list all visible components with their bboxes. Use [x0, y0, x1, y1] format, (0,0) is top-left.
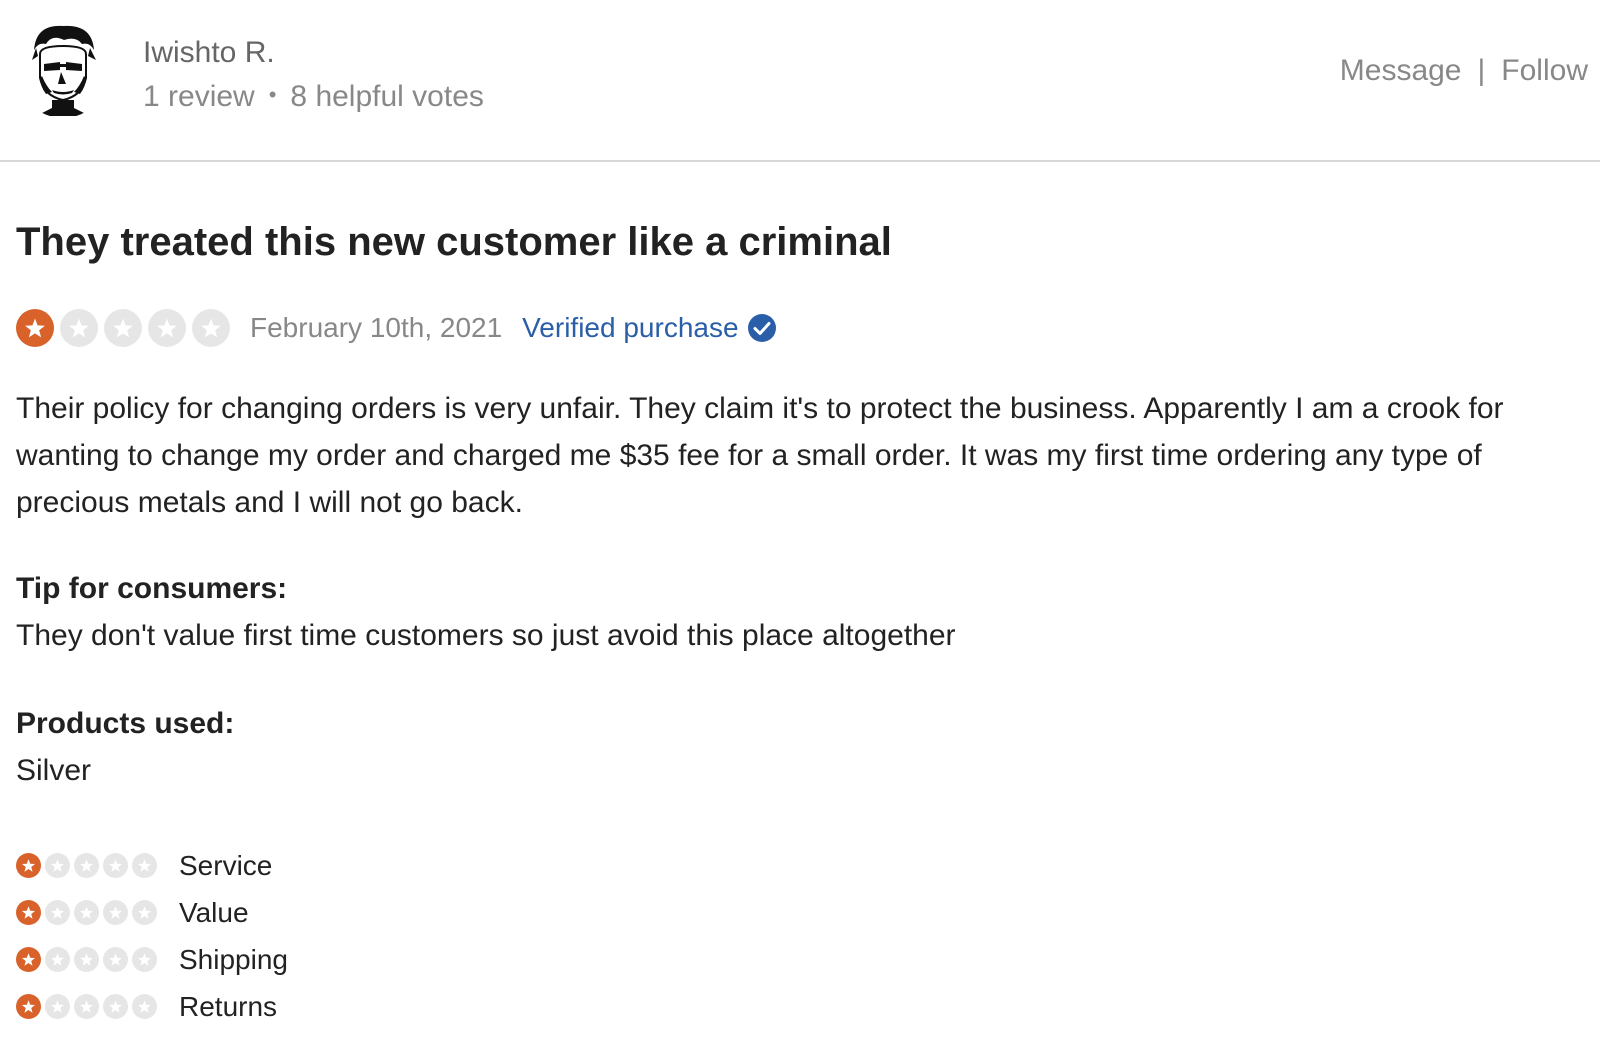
star-empty-icon	[132, 900, 157, 925]
avatar[interactable]	[16, 20, 110, 118]
verified-label: Verified purchase	[522, 312, 739, 343]
reviewer-actions: Message | Follow	[1340, 54, 1588, 88]
value-star-rating	[16, 900, 157, 925]
star-empty-icon	[103, 900, 128, 925]
sub-rating-label: Value	[179, 896, 249, 928]
star-empty-icon	[103, 853, 128, 878]
tip-text: They don't value first time customers so…	[16, 619, 956, 652]
verified-check-icon	[747, 314, 776, 342]
star-filled-icon	[16, 947, 41, 972]
star-empty-icon	[74, 853, 99, 878]
sub-rating-shipping: Shipping	[16, 936, 288, 983]
star-empty-icon	[74, 994, 99, 1019]
stats-separator: •	[268, 82, 277, 107]
products-label: Products used:	[16, 707, 235, 740]
overall-star-rating	[16, 309, 230, 347]
star-empty-icon	[132, 947, 157, 972]
sub-rating-returns: Returns	[16, 983, 288, 1030]
star-empty-icon	[103, 947, 128, 972]
follow-link[interactable]: Follow	[1501, 54, 1588, 87]
star-filled-icon	[16, 853, 41, 878]
star-filled-icon	[16, 309, 54, 347]
star-empty-icon	[74, 947, 99, 972]
helpful-votes: 8 helpful votes	[290, 80, 484, 113]
star-empty-icon	[74, 900, 99, 925]
star-empty-icon	[192, 309, 230, 347]
star-empty-icon	[60, 309, 98, 347]
review-rating-row: February 10th, 2021 Verified purchase	[16, 308, 777, 348]
tip-label: Tip for consumers:	[16, 572, 288, 605]
review-date: February 10th, 2021	[250, 312, 503, 343]
verified-purchase-badge[interactable]: Verified purchase	[522, 312, 776, 344]
reviewer-name[interactable]: Iwishto R.	[143, 36, 275, 70]
star-empty-icon	[45, 994, 70, 1019]
sub-rating-label: Returns	[179, 990, 278, 1022]
review-title: They treated this new customer like a cr…	[16, 220, 892, 264]
sub-ratings-list: Service Value Shipping Returns	[16, 842, 288, 1030]
message-link[interactable]: Message	[1340, 54, 1462, 87]
service-star-rating	[16, 853, 157, 878]
reviewer-stats: 1 review • 8 helpful votes	[143, 80, 484, 114]
sub-rating-label: Shipping	[179, 943, 288, 975]
star-empty-icon	[104, 309, 142, 347]
shipping-star-rating	[16, 947, 157, 972]
sub-rating-label: Service	[179, 849, 273, 881]
star-empty-icon	[132, 994, 157, 1019]
star-filled-icon	[16, 994, 41, 1019]
review-count: 1 review	[143, 80, 255, 113]
star-empty-icon	[103, 994, 128, 1019]
returns-star-rating	[16, 994, 157, 1019]
star-empty-icon	[45, 900, 70, 925]
star-empty-icon	[148, 309, 186, 347]
review-body: Their policy for changing orders is very…	[16, 392, 1504, 519]
star-filled-icon	[16, 900, 41, 925]
sub-rating-service: Service	[16, 842, 288, 889]
products-text: Silver	[16, 754, 92, 787]
star-empty-icon	[45, 947, 70, 972]
sub-rating-value: Value	[16, 889, 288, 936]
star-empty-icon	[132, 853, 157, 878]
reviewer-header: Iwishto R. 1 review • 8 helpful votes Mess…	[0, 0, 1600, 162]
star-empty-icon	[45, 853, 70, 878]
actions-divider: |	[1477, 54, 1486, 87]
